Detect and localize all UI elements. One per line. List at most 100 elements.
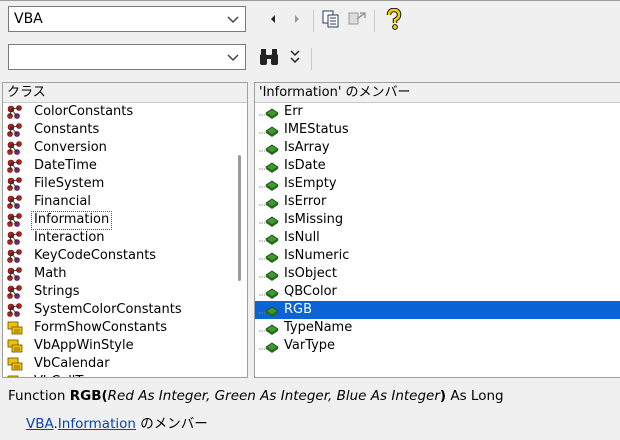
search-button[interactable]: [258, 46, 280, 68]
member-item[interactable]: IsArray: [255, 139, 620, 157]
module-icon: [7, 159, 22, 173]
module-icon: [7, 123, 22, 137]
library-combobox[interactable]: VBA: [8, 6, 246, 32]
toolbar-separator: [311, 48, 312, 70]
member-of-line: VBA.Information のメンバー: [26, 412, 208, 432]
member-item-label: VarType: [284, 338, 336, 353]
members-header: 'Information' のメンバー: [255, 83, 620, 103]
method-icon: [259, 144, 279, 155]
search-combobox[interactable]: [8, 44, 246, 70]
method-icon: [259, 252, 279, 263]
library-combobox-value: VBA: [14, 11, 43, 27]
double-chevron-down-icon: [290, 50, 300, 64]
classes-scrollbar-thumb[interactable]: [238, 155, 241, 281]
classes-scrollbar[interactable]: [233, 103, 247, 377]
member-item-label: TypeName: [284, 320, 353, 335]
class-item-label: Conversion: [34, 140, 107, 155]
class-item[interactable]: VbCalendar: [3, 355, 247, 373]
method-icon: [259, 342, 279, 353]
member-item[interactable]: RGB: [255, 301, 620, 319]
go-forward-button[interactable]: [286, 8, 308, 30]
class-item-label: Strings: [34, 284, 80, 299]
member-item[interactable]: TypeName: [255, 319, 620, 337]
binoculars-icon: [260, 49, 278, 65]
class-link[interactable]: Information: [58, 416, 136, 432]
method-icon: [259, 270, 279, 281]
enum-icon: [7, 339, 23, 353]
module-icon: [7, 213, 22, 227]
class-item[interactable]: Math: [3, 265, 247, 283]
member-item[interactable]: IsNull: [255, 229, 620, 247]
member-of-suffix: のメンバー: [135, 416, 208, 432]
class-item[interactable]: FormShowConstants: [3, 319, 247, 337]
chevron-down-icon[interactable]: [226, 11, 240, 27]
class-item[interactable]: Financial: [3, 193, 247, 211]
class-item-label: FormShowConstants: [34, 320, 168, 335]
class-item-label: Constants: [34, 122, 100, 137]
member-item[interactable]: IsObject: [255, 265, 620, 283]
module-icon: [7, 249, 22, 263]
module-icon: [7, 267, 22, 281]
view-definition-button[interactable]: [346, 8, 368, 30]
library-link[interactable]: VBA: [26, 416, 54, 432]
class-item[interactable]: Conversion: [3, 139, 247, 157]
member-item-label: Err: [284, 104, 303, 119]
view-definition-icon: [348, 12, 366, 25]
member-item[interactable]: IsMissing: [255, 211, 620, 229]
class-item[interactable]: SystemColorConstants: [3, 301, 247, 319]
member-item[interactable]: IsNumeric: [255, 247, 620, 265]
class-item-label: VbCalendar: [34, 356, 110, 371]
member-item[interactable]: QBColor: [255, 283, 620, 301]
help-button[interactable]: [383, 8, 405, 30]
library-toolbar: VBA: [0, 6, 620, 36]
method-icon: [259, 180, 279, 191]
member-item[interactable]: IsError: [255, 193, 620, 211]
class-item[interactable]: Constants: [3, 121, 247, 139]
class-item[interactable]: VbCallType: [3, 373, 247, 377]
method-icon: [259, 288, 279, 299]
toolbar-separator: [374, 10, 375, 32]
member-item[interactable]: IsDate: [255, 157, 620, 175]
class-item-label: SystemColorConstants: [34, 302, 182, 317]
chevron-down-icon[interactable]: [226, 49, 240, 65]
method-icon: [259, 216, 279, 227]
help-icon: [386, 8, 402, 30]
class-item[interactable]: Interaction: [3, 229, 247, 247]
member-item[interactable]: IsEmpty: [255, 175, 620, 193]
class-item[interactable]: Information: [3, 211, 247, 230]
class-item[interactable]: ColorConstants: [3, 103, 247, 121]
module-icon: [7, 231, 22, 245]
module-icon: [7, 303, 22, 317]
window-top-border: [0, 0, 620, 1]
class-item[interactable]: KeyCodeConstants: [3, 247, 247, 265]
search-toolbar: [0, 44, 620, 74]
arrow-right-icon: [295, 15, 299, 23]
signature-params: Red As Integer, Green As Integer, Blue A…: [107, 388, 440, 404]
class-item[interactable]: FileSystem: [3, 175, 247, 193]
module-icon: [7, 105, 22, 119]
class-item[interactable]: Strings: [3, 283, 247, 301]
module-icon: [7, 177, 22, 191]
arrow-left-icon: [271, 15, 275, 23]
class-item-label: Financial: [34, 194, 91, 209]
member-item[interactable]: VarType: [255, 337, 620, 355]
member-item[interactable]: Err: [255, 103, 620, 121]
member-signature: Function RGB(Red As Integer, Green As In…: [8, 388, 504, 404]
class-list[interactable]: ColorConstants Constants Conversion DateTim…: [3, 103, 247, 377]
enum-icon: [7, 375, 19, 377]
class-item[interactable]: DateTime: [3, 157, 247, 175]
enum-icon: [7, 321, 23, 335]
member-list[interactable]: Err IMEStatus IsArray IsDate IsEmpty IsError I…: [255, 103, 620, 355]
member-item-label: QBColor: [284, 284, 337, 299]
member-item[interactable]: IMEStatus: [255, 121, 620, 139]
go-back-button[interactable]: [262, 8, 284, 30]
class-item[interactable]: VbAppWinStyle: [3, 337, 247, 355]
signature-close-paren: ): [439, 388, 447, 404]
copy-to-clipboard-button[interactable]: [320, 8, 342, 30]
member-item-label: IsMissing: [284, 212, 344, 227]
method-icon: [259, 234, 279, 245]
member-item-label: IsDate: [284, 158, 326, 173]
toggle-search-results-button[interactable]: [284, 46, 306, 68]
method-icon: [259, 306, 279, 317]
member-item-label: IsNull: [284, 230, 320, 245]
